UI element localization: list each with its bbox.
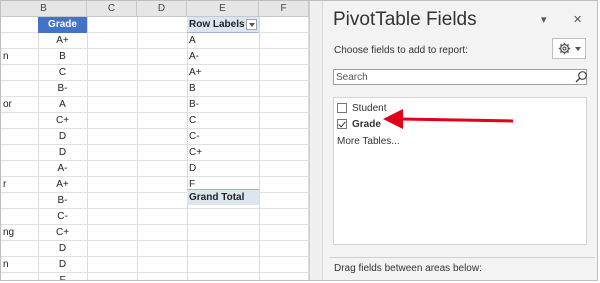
cell-student[interactable] [3,145,37,161]
cell-grade[interactable]: B [38,49,87,65]
gear-icon [558,42,571,55]
cell-grade[interactable]: B- [38,193,87,209]
column-header-c[interactable]: C [87,1,137,17]
pane-splitter[interactable] [309,1,323,280]
cell-student[interactable] [3,273,37,280]
pivot-row-label[interactable]: A+ [189,65,257,81]
divider [329,257,595,258]
cell-grade[interactable]: A+ [38,33,87,49]
grade-checkbox[interactable] [337,119,347,129]
pivot-row-label[interactable]: A- [189,49,257,65]
cell-student[interactable]: n [3,49,37,65]
cell-student[interactable]: r [3,177,37,193]
cell-grade[interactable]: A+ [38,177,87,193]
spreadsheet-area: B C D E F Grade n or r ng n A+ B C B- A C+ D D A- A+ B… [1,1,309,280]
field-student[interactable]: Student [337,101,386,115]
cell-grade[interactable]: D [38,129,87,145]
cell-student[interactable] [3,193,37,209]
cell-grade[interactable]: C [38,65,87,81]
pivot-row-label[interactable]: B [189,81,257,97]
drag-fields-hint: Drag fields between areas below: [334,263,482,274]
cell-grade[interactable]: A [38,97,87,113]
search-icon[interactable] [574,70,588,84]
grade-column-header[interactable]: Grade [38,17,87,33]
cell-student[interactable] [3,161,37,177]
column-header-f[interactable]: F [259,1,309,17]
column-header-d[interactable]: D [137,1,187,17]
gridline [259,17,260,280]
cell-student[interactable]: ng [3,225,37,241]
column-header-e[interactable]: E [187,1,259,17]
field-list: Student Grade More Tables... [333,97,587,245]
pivot-grand-total: Grand Total [187,189,259,205]
task-pane-options-icon[interactable]: ▾ [541,13,547,26]
cell-student[interactable]: or [3,97,37,113]
pivot-row-label[interactable]: A [189,33,257,49]
filter-dropdown-icon[interactable] [246,19,257,30]
chevron-down-icon [575,47,581,51]
window-frame: B C D E F Grade n or r ng n A+ B C B- A C+ D D A- A+ B… [0,0,598,281]
cell-student[interactable] [3,209,37,225]
pivot-row-label[interactable]: C- [189,129,257,145]
pivot-row-labels-text: Row Labels [189,19,245,30]
cell-student[interactable] [3,129,37,145]
cell-student[interactable] [3,81,37,97]
field-label: Grade [352,118,381,130]
cell-grade[interactable]: F [38,273,87,280]
pivottable-fields-pane: PivotTable Fields ▾ ✕ Choose fields to a… [323,1,597,280]
cell-student[interactable]: n [3,257,37,273]
close-icon[interactable]: ✕ [573,13,582,26]
gridline [187,17,188,280]
cell-grade[interactable]: D [38,145,87,161]
cell-student[interactable] [3,33,37,49]
pivot-row-label[interactable]: C+ [189,145,257,161]
cell-grade[interactable]: A- [38,161,87,177]
cell-student[interactable] [3,113,37,129]
pivot-row-label[interactable]: B- [189,97,257,113]
column-header-b[interactable]: B [1,1,87,17]
pivot-row-labels-header[interactable]: Row Labels [187,17,259,33]
more-tables-link[interactable]: More Tables... [337,136,400,147]
gridline [137,17,138,280]
tools-button[interactable] [552,38,586,59]
gridline [87,17,88,280]
field-label: Student [352,102,387,114]
cell-student[interactable] [3,241,37,257]
pane-subtitle: Choose fields to add to report: [334,45,468,56]
cell-grade[interactable]: D [38,241,87,257]
cell-grade[interactable]: D [38,257,87,273]
search-input[interactable] [333,69,587,85]
pane-title: PivotTable Fields [333,9,477,30]
cell-grade[interactable]: B- [38,81,87,97]
cell-student[interactable] [3,65,37,81]
pivot-row-label[interactable]: D [189,161,257,177]
field-grade[interactable]: Grade [337,117,381,131]
student-checkbox[interactable] [337,103,347,113]
pivot-row-label[interactable]: C [189,113,257,129]
cell-grade[interactable]: C+ [38,113,87,129]
cell-grade[interactable]: C- [38,209,87,225]
cell-grade[interactable]: C+ [38,225,87,241]
